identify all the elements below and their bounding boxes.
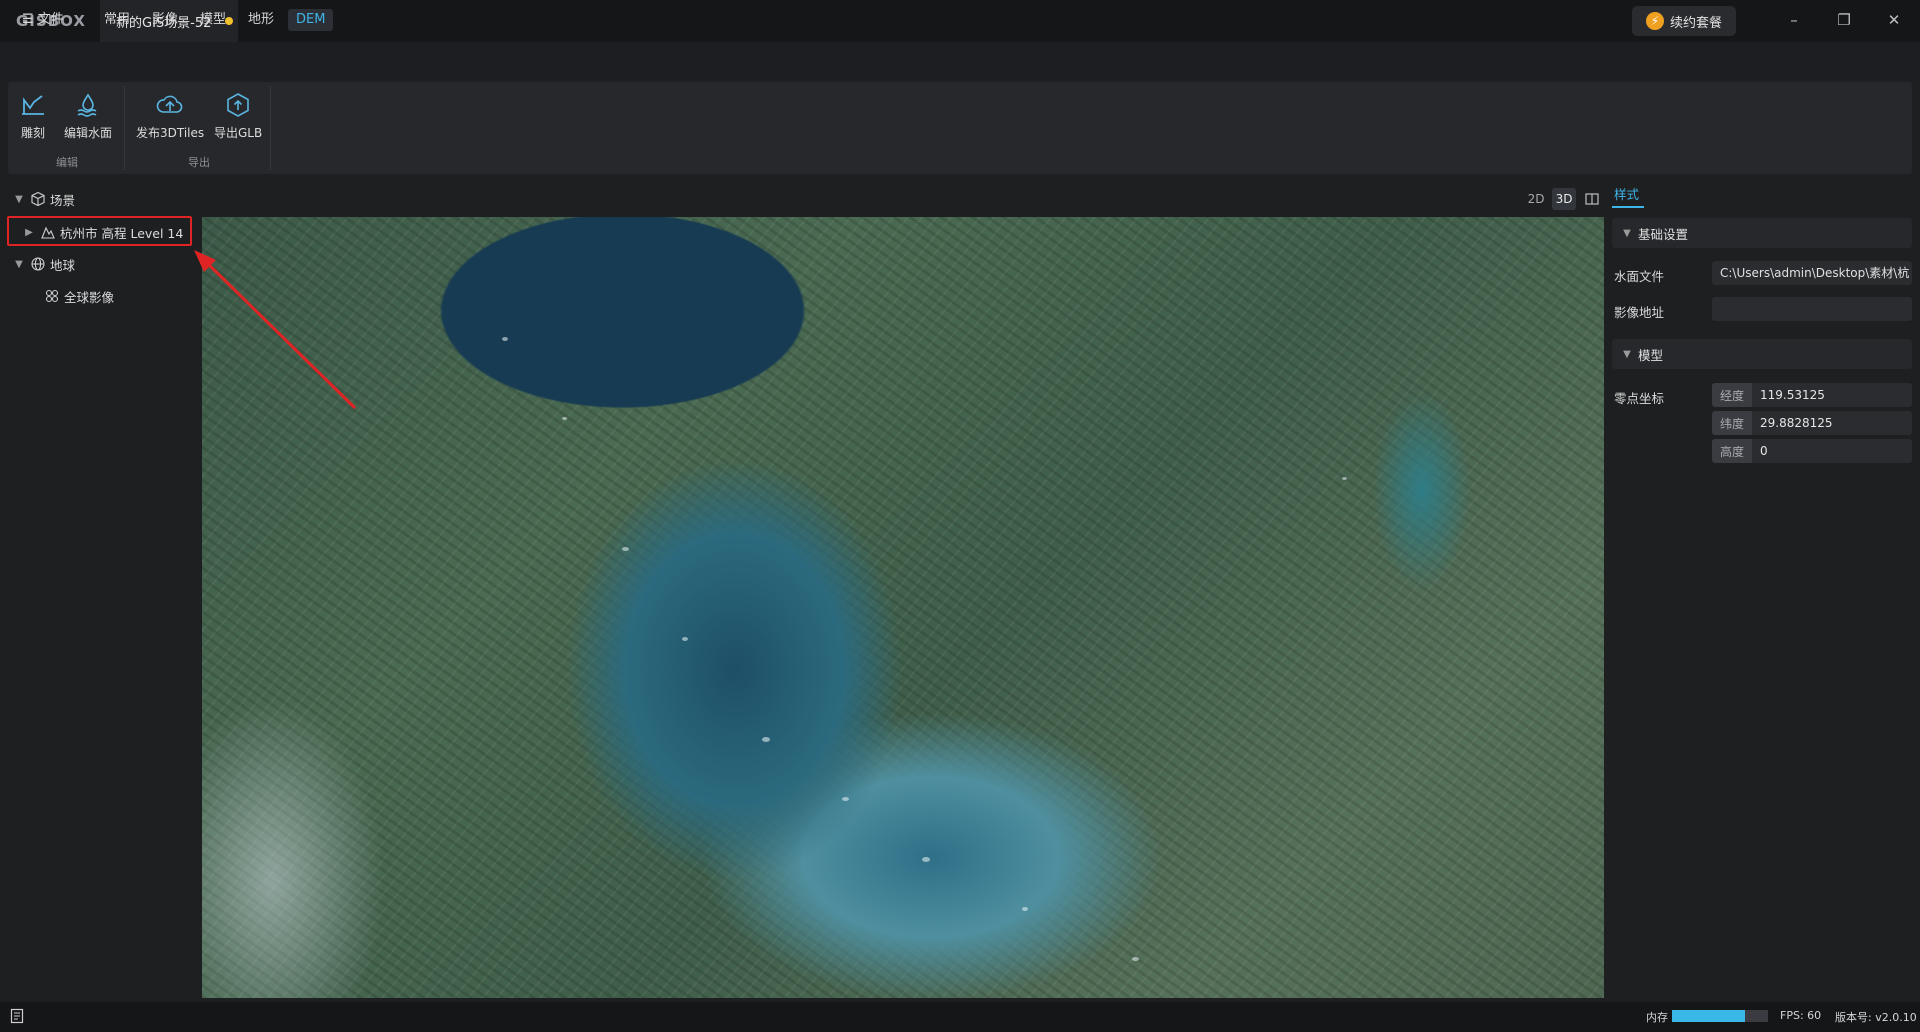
version-label: 版本号: v2.0.10 [1835, 1011, 1917, 1024]
publish-3dtiles-button[interactable]: 发布3DTiles [136, 92, 204, 141]
export-glb-button[interactable]: 导出GLB [214, 92, 262, 141]
status-bar [0, 1002, 1920, 1032]
water-glint [622, 547, 629, 551]
latitude-label: 纬度 [1712, 411, 1752, 435]
restore-button[interactable]: ❐ [1822, 6, 1866, 34]
memory-label: 内存 [1646, 1011, 1668, 1024]
view-2d-button[interactable]: 2D [1524, 188, 1548, 210]
model-section-title: 模型 [1638, 347, 1664, 363]
split-view-button[interactable] [1580, 188, 1604, 210]
minimize-button[interactable]: – [1772, 6, 1816, 34]
hex-upload-icon [227, 93, 249, 117]
export-group-label: 导出 [188, 156, 210, 169]
tree-scene-node[interactable]: ▼ 场景 [12, 186, 75, 212]
log-button[interactable] [10, 1008, 24, 1028]
height-value[interactable]: 0 [1752, 439, 1768, 463]
tree-earth-node[interactable]: ▼ 地球 [12, 251, 75, 277]
longitude-field[interactable]: 经度 119.53125 [1712, 383, 1912, 407]
edit-group-label: 编辑 [56, 156, 78, 169]
water-glint [682, 637, 688, 641]
tab-style-underline [1612, 206, 1644, 208]
sculpt-icon [22, 95, 44, 115]
water-glint [1132, 957, 1139, 961]
renew-plan-button[interactable]: ⚡ 续约套餐 [1632, 6, 1736, 36]
latitude-field[interactable]: 纬度 29.8828125 [1712, 411, 1912, 435]
height-label: 高度 [1712, 439, 1752, 463]
imagery-layer-icon [45, 289, 59, 303]
tab-imagery[interactable]: 影像 [144, 9, 186, 31]
model-section[interactable]: ▼ 模型 [1612, 339, 1912, 369]
tree-global-imagery-node[interactable]: 全球影像 [40, 283, 114, 309]
split-view-icon [1585, 193, 1599, 205]
basic-settings-section[interactable]: ▼ 基础设置 [1612, 218, 1912, 248]
annotation-arrow [194, 250, 357, 410]
water-glint [922, 857, 930, 862]
document-log-icon [10, 1008, 24, 1024]
file-menu[interactable]: ☰ 文件 [14, 9, 72, 31]
renew-plan-label: 续约套餐 [1669, 15, 1722, 31]
expand-caret-icon[interactable]: ▼ [12, 194, 26, 205]
tree-earth-label: 地球 [50, 257, 76, 273]
water-glint [562, 417, 567, 420]
tab-model[interactable]: 模型 [192, 9, 234, 31]
water-glint [1342, 477, 1347, 480]
globe-icon [31, 257, 45, 271]
water-glint [842, 797, 849, 801]
water-glint [1022, 907, 1028, 911]
publish-3dtiles-label: 发布3DTiles [136, 126, 205, 140]
ribbon-toolbar [8, 82, 1912, 174]
file-menu-label: 文件 [37, 12, 64, 27]
water-file-input[interactable]: C:\Users\admin\Desktop\素材\杭 [1712, 261, 1912, 285]
height-field[interactable]: 高度 0 [1712, 439, 1912, 463]
sculpt-button[interactable]: 雕刻 [20, 92, 46, 141]
origin-coordinate-label: 零点坐标 [1614, 391, 1665, 406]
basic-settings-title: 基础设置 [1638, 226, 1689, 242]
lightning-icon: ⚡ [1645, 12, 1664, 30]
expand-caret-icon: ▼ [1623, 348, 1631, 360]
tab-dem[interactable]: DEM [288, 9, 334, 31]
ribbon-divider [124, 86, 125, 170]
latitude-value[interactable]: 29.8828125 [1752, 411, 1833, 435]
ribbon-divider [270, 86, 271, 170]
longitude-label: 经度 [1712, 383, 1752, 407]
image-url-label: 影像地址 [1614, 305, 1665, 320]
water-edit-icon [77, 93, 97, 117]
water-glint [762, 737, 770, 742]
fps-readout: FPS: 60 [1780, 1009, 1822, 1022]
memory-usage-fill [1672, 1010, 1745, 1022]
tab-terrain[interactable]: 地形 [240, 9, 282, 31]
image-url-input[interactable] [1712, 297, 1912, 321]
sculpt-label: 雕刻 [20, 126, 45, 140]
cloud-upload-icon [156, 95, 183, 113]
expand-caret-icon[interactable]: ▼ [12, 259, 26, 270]
hamburger-icon: ☰ [22, 12, 34, 27]
map-viewport[interactable] [202, 217, 1604, 998]
longitude-value[interactable]: 119.53125 [1752, 383, 1825, 407]
tree-global-imagery-label: 全球影像 [64, 289, 115, 305]
tree-scene-label: 场景 [50, 192, 76, 208]
tab-style[interactable]: 样式 [1614, 184, 1639, 203]
expand-caret-icon: ▼ [1623, 227, 1631, 239]
edit-water-button[interactable]: 编辑水面 [64, 92, 112, 141]
close-button[interactable]: ✕ [1872, 6, 1916, 34]
water-glint [502, 337, 508, 341]
export-glb-label: 导出GLB [214, 126, 263, 140]
memory-usage-bar [1672, 1010, 1768, 1022]
view-3d-button[interactable]: 3D [1552, 188, 1576, 210]
water-file-label: 水面文件 [1614, 269, 1665, 284]
edit-water-label: 编辑水面 [64, 126, 113, 140]
menu-bar [0, 42, 1920, 80]
cube-icon [31, 191, 45, 207]
tab-common[interactable]: 常用 [96, 9, 138, 31]
highlight-box [7, 216, 192, 246]
